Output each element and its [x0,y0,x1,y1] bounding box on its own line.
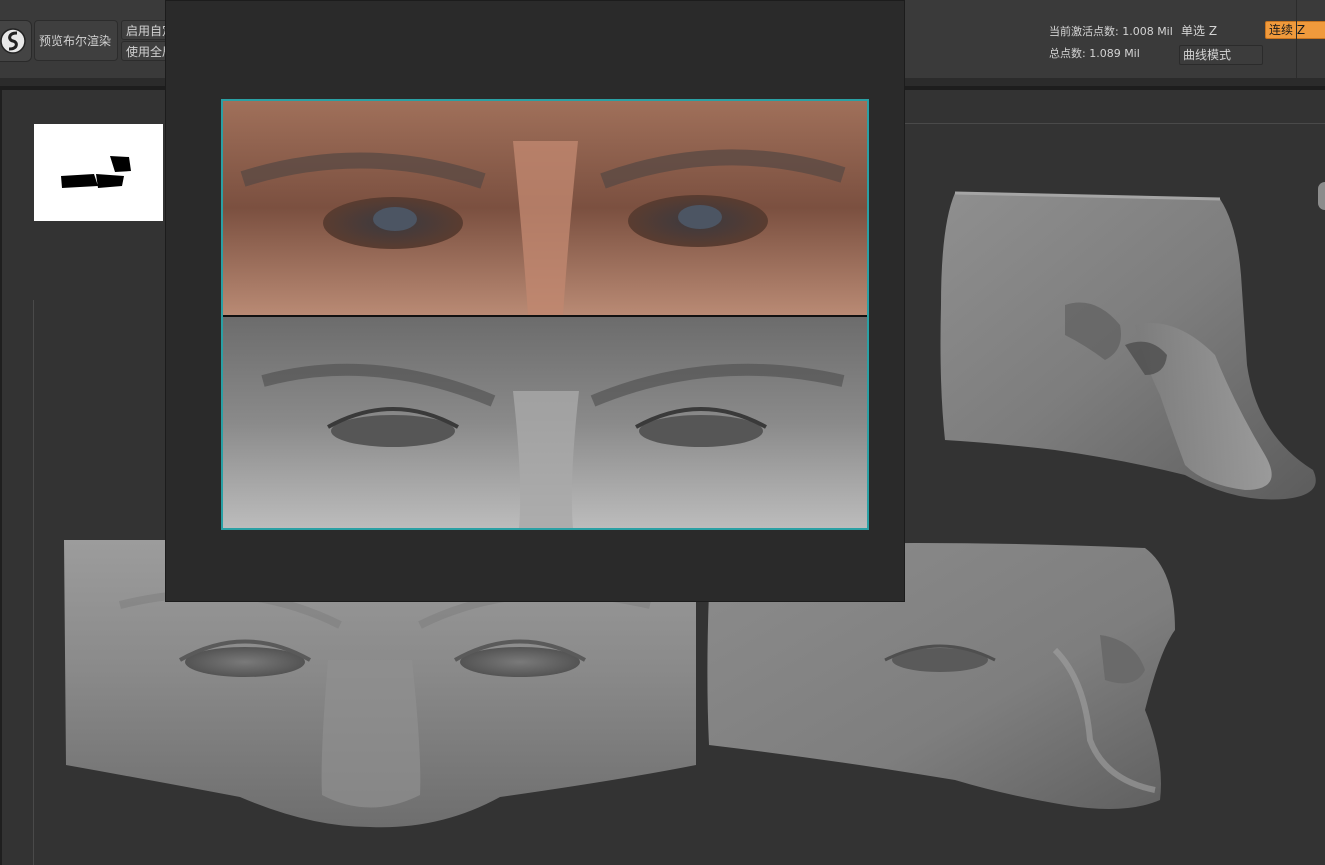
enable-custom-button[interactable]: 启用自定 [121,20,171,40]
document-canvas[interactable] [0,0,1325,865]
navigator-thumbnail[interactable] [34,124,163,221]
sculpt-eyes-reference [223,317,867,528]
scroll-handle[interactable] [1318,182,1325,210]
active-points-count: 当前激活点数: 1.008 Mil [1049,25,1173,38]
single-select-z-toggle[interactable]: 单选 Z [1181,22,1217,39]
curve-mode-button[interactable]: 曲线模式 [1179,45,1263,65]
continuous-z-toggle[interactable]: 连续 Z [1265,21,1325,39]
reference-image [221,99,869,530]
total-points-count: 总点数: 1.089 Mil [1049,47,1140,60]
reference-image-panel[interactable] [165,0,905,602]
canvas-left-edge [0,90,2,865]
canvas-frame-line [905,123,1325,124]
use-global-button[interactable]: 使用全局 [121,41,171,61]
preview-boolean-render-button[interactable]: 预览布尔渲染 [34,20,118,61]
zbrush-logo-icon[interactable] [0,20,32,62]
zbrush-window: 预览布尔渲染 启用自定 使用全局 当前激活点数: 1.008 Mil 总点数: … [0,0,1325,865]
photo-eyes-reference [223,101,867,315]
canvas-frame-line [33,300,34,865]
toolbar-separator [1296,0,1297,78]
eyes-sculpt-side-view[interactable] [935,185,1320,505]
